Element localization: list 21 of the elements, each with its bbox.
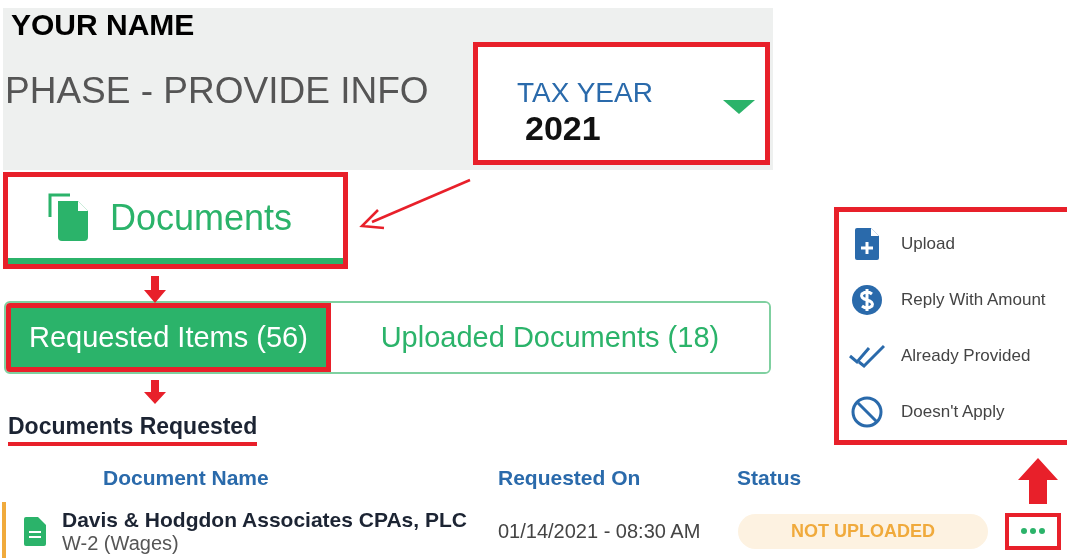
double-check-icon xyxy=(849,344,885,368)
document-icon xyxy=(24,516,46,546)
table-cell-text: 01/14/2021 - 08:30 AM xyxy=(497,519,702,543)
dropdown-triangle-icon xyxy=(723,100,755,114)
table-row[interactable]: Davis & Hodgdon Associates CPAs, PLC W-2 (Wages) xyxy=(2,502,490,558)
annotation-arrow xyxy=(1018,458,1058,504)
document-name: Davis & Hodgdon Associates CPAs, PLC xyxy=(62,507,467,532)
documents-icon xyxy=(48,192,90,243)
status-badge: NOT UPLOADED xyxy=(738,513,988,549)
dollar-icon xyxy=(851,284,883,316)
blocked-icon xyxy=(851,396,883,428)
column-header: Document Name xyxy=(102,466,270,491)
section-title: Documents Requested xyxy=(8,412,258,446)
file-plus-icon xyxy=(855,228,879,260)
column-header: Status xyxy=(736,466,803,491)
more-icon xyxy=(1021,528,1045,534)
column-header: Requested On xyxy=(497,466,642,491)
document-type: W-2 (Wages) xyxy=(62,531,180,555)
phase-title: PHASE - PROVIDE INFO xyxy=(5,70,430,112)
annotation-arrow xyxy=(144,380,166,404)
user-name: YOUR NAME xyxy=(11,10,196,40)
